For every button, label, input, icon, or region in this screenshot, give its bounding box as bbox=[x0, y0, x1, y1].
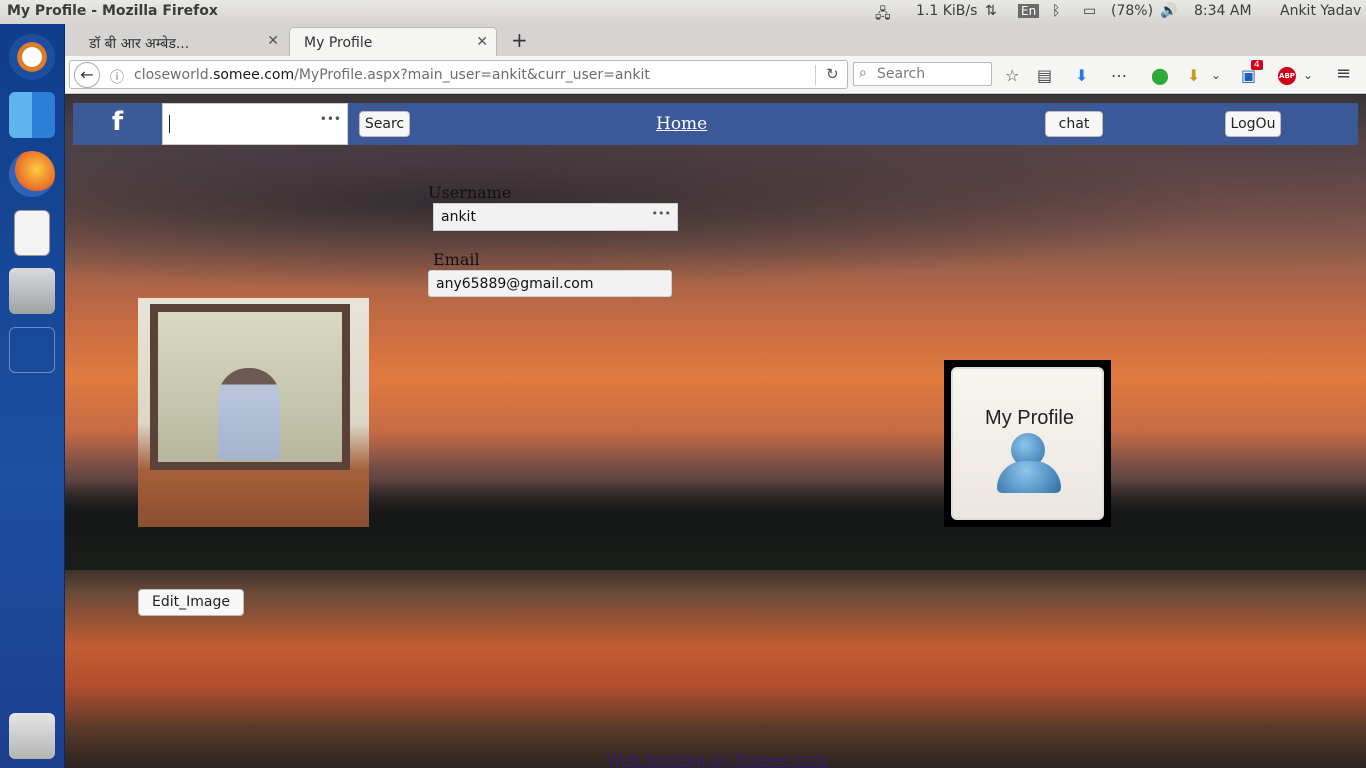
site-header-bar: f ••• Searc Home chat LogOu bbox=[73, 103, 1358, 145]
username-value: ankit bbox=[441, 209, 476, 225]
chat-button[interactable]: chat bbox=[1045, 111, 1103, 137]
firefox-icon[interactable] bbox=[9, 151, 55, 197]
url-text[interactable]: closeworld.somee.com/MyProfile.aspx?main… bbox=[134, 67, 650, 83]
logout-button[interactable]: LogOu bbox=[1225, 111, 1281, 137]
tab-label: डॉ बी आर अम्बेड... bbox=[89, 36, 190, 52]
chevron-down-icon[interactable]: ⌄ bbox=[1211, 68, 1221, 82]
field-options-icon[interactable]: ••• bbox=[652, 207, 671, 220]
extension-green-icon[interactable]: ⬤ bbox=[1151, 66, 1169, 85]
bluetooth-icon[interactable]: ᛒ bbox=[1052, 3, 1060, 19]
profile-badge-title: My Profile bbox=[985, 407, 1074, 429]
text-caret bbox=[169, 115, 170, 133]
user-name[interactable]: Ankit Yadav bbox=[1280, 3, 1361, 19]
profile-badge-tile: My Profile bbox=[951, 367, 1104, 520]
search-placeholder: Search bbox=[877, 66, 926, 82]
bookmark-star-icon[interactable]: ☆ bbox=[1005, 66, 1019, 85]
my-profile-badge[interactable]: My Profile bbox=[944, 360, 1111, 527]
volume-icon[interactable]: 🔊 bbox=[1160, 3, 1177, 19]
tab-my-profile[interactable]: My Profile ✕ bbox=[289, 27, 497, 56]
edit-image-button[interactable]: Edit_Image bbox=[138, 589, 244, 616]
workspace-switcher-icon[interactable] bbox=[9, 327, 55, 373]
tab-strip: डॉ बी आर अम्बेड... ✕ My Profile ✕ + bbox=[65, 24, 1366, 56]
battery-percent: (78%) bbox=[1111, 3, 1154, 19]
disk-icon[interactable] bbox=[9, 268, 55, 314]
url-bar[interactable]: ← ⓘ closeworld.somee.com/MyProfile.aspx?… bbox=[69, 60, 848, 89]
reading-list-icon[interactable]: ▤ bbox=[1037, 66, 1052, 85]
email-field[interactable]: any65889@gmail.com bbox=[428, 270, 672, 297]
back-icon[interactable]: ← bbox=[74, 62, 100, 88]
search-input[interactable]: ⌕ Search bbox=[853, 62, 992, 86]
tab-ambedkar[interactable]: डॉ बी आर अम्बेड... ✕ bbox=[75, 27, 287, 56]
site-logo[interactable]: f bbox=[73, 103, 162, 145]
keyboard-indicator[interactable]: En bbox=[1018, 4, 1040, 18]
close-icon[interactable]: ✕ bbox=[267, 33, 279, 49]
new-tab-button[interactable]: + bbox=[511, 28, 528, 52]
extension-badge: 4 bbox=[1251, 60, 1263, 70]
site-search-input[interactable]: ••• bbox=[162, 103, 348, 145]
battery-icon[interactable]: ▭ bbox=[1083, 3, 1096, 19]
search-button[interactable]: Searc bbox=[359, 111, 410, 137]
text-editor-icon[interactable] bbox=[14, 210, 50, 256]
info-icon[interactable]: ⓘ bbox=[110, 67, 124, 87]
close-icon[interactable]: ✕ bbox=[476, 34, 488, 50]
url-divider bbox=[815, 65, 816, 85]
system-top-panel: My Profile - Mozilla Firefox 🖧 1.1 KiB/s… bbox=[0, 0, 1366, 24]
navigation-toolbar: ← ⓘ closeworld.somee.com/MyProfile.aspx?… bbox=[65, 56, 1366, 94]
username-field[interactable]: ankit ••• bbox=[433, 203, 678, 231]
trash-icon[interactable] bbox=[9, 713, 55, 759]
photo-person bbox=[218, 368, 280, 460]
url-prefix: closeworld. bbox=[134, 67, 214, 83]
extension-download-icon[interactable]: ⬇ bbox=[1187, 66, 1200, 85]
url-host: somee.com bbox=[213, 67, 295, 83]
search-icon: ⌕ bbox=[859, 65, 867, 81]
adblock-icon[interactable]: ABP bbox=[1278, 67, 1296, 85]
download-icon[interactable]: ⬇ bbox=[1075, 66, 1088, 85]
email-label: Email bbox=[433, 250, 480, 269]
transfer-icon[interactable]: ⇅ bbox=[985, 3, 997, 19]
user-icon-body bbox=[997, 461, 1061, 493]
footer-hosting-link[interactable]: Web hosting by Somee.com bbox=[606, 750, 829, 768]
home-link[interactable]: Home bbox=[656, 114, 707, 134]
page-content: f ••• Searc Home chat LogOu Username ank… bbox=[65, 95, 1366, 768]
finder-icon[interactable] bbox=[9, 92, 55, 138]
field-options-icon[interactable]: ••• bbox=[320, 112, 341, 126]
background-clouds bbox=[65, 135, 1366, 305]
ubuntu-dash-icon[interactable] bbox=[9, 34, 55, 80]
net-speed: 1.1 KiB/s bbox=[916, 3, 978, 19]
username-label: Username bbox=[428, 183, 512, 202]
tab-label: My Profile bbox=[304, 35, 373, 51]
unity-launcher bbox=[0, 24, 65, 768]
chevron-down-icon[interactable]: ⌄ bbox=[1303, 68, 1313, 82]
clock[interactable]: 8:34 AM bbox=[1194, 3, 1252, 19]
reload-icon[interactable]: ↻ bbox=[826, 65, 839, 83]
profile-photo bbox=[138, 298, 369, 527]
window-title: My Profile - Mozilla Firefox bbox=[7, 3, 218, 19]
url-path: /MyProfile.aspx?main_user=ankit&curr_use… bbox=[294, 67, 650, 83]
hamburger-menu-icon[interactable]: ≡ bbox=[1336, 63, 1351, 84]
overflow-icon[interactable]: … bbox=[1111, 62, 1127, 81]
